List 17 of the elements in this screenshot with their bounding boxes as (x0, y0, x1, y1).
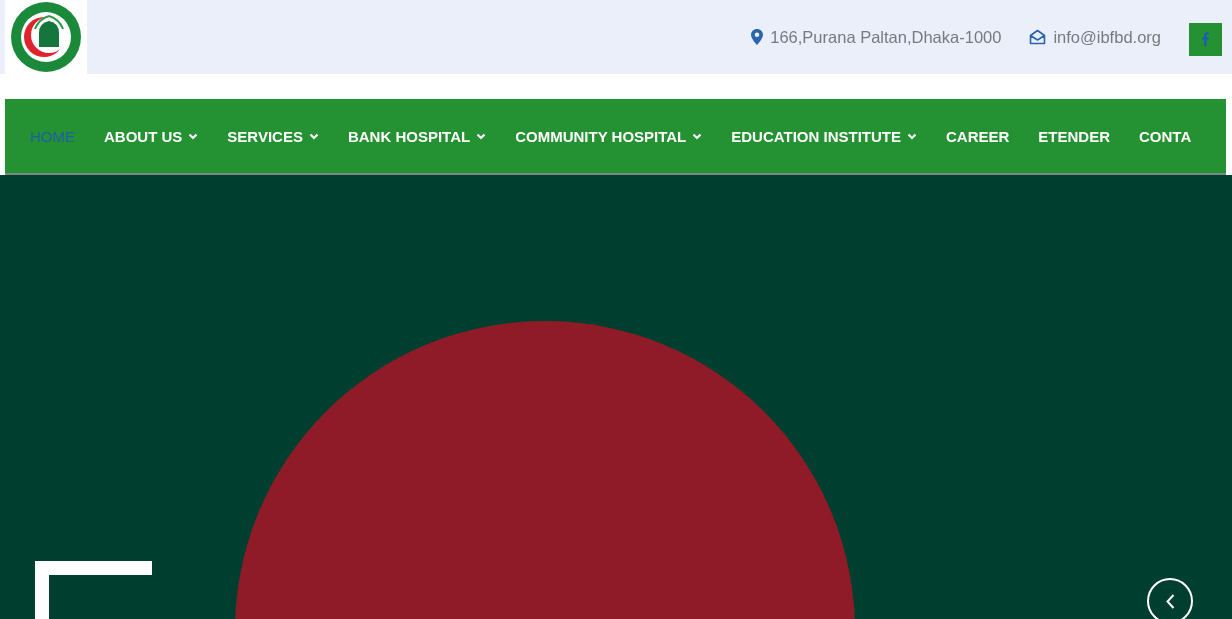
location-pin-icon (751, 29, 764, 45)
f-letter-icon (1202, 32, 1209, 46)
email-link[interactable]: info@ibfbd.org (1053, 27, 1161, 47)
nav-link[interactable]: ETENDER (1038, 127, 1111, 145)
nav-link[interactable]: EDUCATION INSTITUTE (731, 127, 917, 145)
nav-link[interactable]: ABOUT US (104, 127, 199, 145)
chevron-left-icon (1165, 593, 1175, 609)
nav-link[interactable]: COMMUNITY HOSPITAL (515, 127, 703, 145)
nav-link[interactable]: SERVICES (227, 127, 319, 145)
nav-link[interactable]: BANK HOSPITAL (347, 127, 487, 145)
address-text: 166,Purana Paltan,Dhaka-1000 (770, 27, 1002, 47)
nav-link[interactable]: CONTA (1139, 127, 1192, 145)
social-button[interactable] (1189, 22, 1222, 56)
nav-link[interactable]: CAREER (946, 127, 1010, 145)
logo[interactable] (5, 0, 87, 74)
envelope-icon (1029, 29, 1047, 45)
previous-button[interactable] (1147, 578, 1193, 619)
